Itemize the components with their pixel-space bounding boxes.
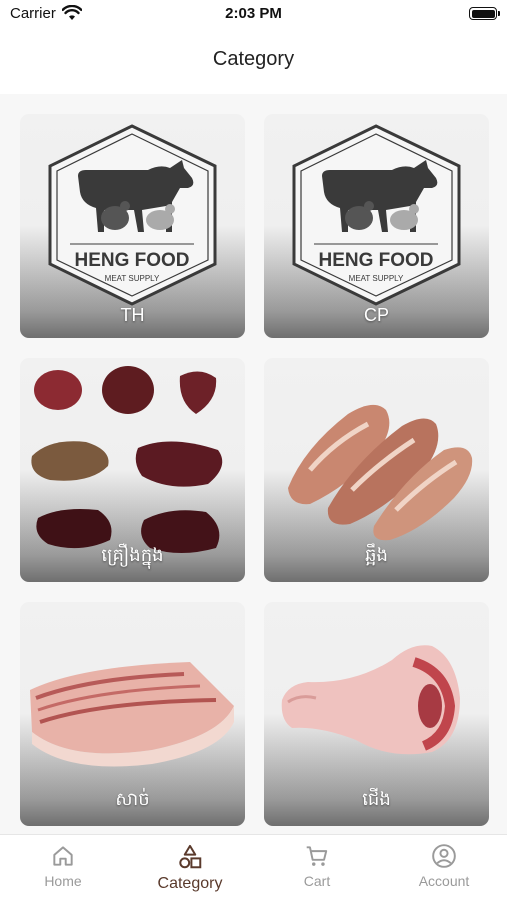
category-card-leg[interactable]: ជើង xyxy=(264,602,489,826)
clock: 2:03 PM xyxy=(225,5,282,22)
category-label: ជើង xyxy=(362,789,391,809)
category-card-cp[interactable]: HENG FOOD MEAT SUPPLY CP xyxy=(264,114,489,338)
tab-bar: Home Category Cart Account xyxy=(0,834,507,900)
logo-tagline-text: MEAT SUPPLY xyxy=(349,274,404,283)
category-card-offal[interactable]: គ្រឿងក្នុង xyxy=(20,358,245,582)
category-label: សាច់ xyxy=(115,789,150,809)
category-label: ឆ្អឹង xyxy=(365,545,388,565)
tab-label: Cart xyxy=(303,873,331,889)
tab-category[interactable]: Category xyxy=(127,843,253,893)
category-card-bones[interactable]: ឆ្អឹង xyxy=(264,358,489,582)
category-card-meat[interactable]: សាច់ xyxy=(20,602,245,826)
home-icon xyxy=(53,846,73,866)
category-card-th[interactable]: HENG FOOD MEAT SUPPLY TH xyxy=(20,114,245,338)
tab-label: Home xyxy=(44,873,82,889)
logo-brand-text: HENG FOOD xyxy=(74,250,189,271)
tab-account[interactable]: Account xyxy=(381,843,507,893)
category-label: គ្រឿងក្នុង xyxy=(101,545,164,565)
tab-label: Account xyxy=(418,873,470,889)
status-bar: Carrier 2:03 PM xyxy=(0,0,507,30)
navigation-bar: Category xyxy=(0,30,507,92)
logo-brand-text: HENG FOOD xyxy=(318,250,433,271)
tab-home[interactable]: Home xyxy=(0,843,126,893)
logo-tagline-text: MEAT SUPPLY xyxy=(105,274,160,283)
cart-icon xyxy=(306,846,328,866)
shapes-icon xyxy=(179,844,202,869)
category-label: CP xyxy=(363,305,389,325)
tab-label: Category xyxy=(157,875,223,892)
category-list[interactable]: HENG FOOD MEAT SUPPLY TH HENG FOOD MEAT … xyxy=(0,94,507,834)
account-icon xyxy=(432,844,456,868)
tab-cart[interactable]: Cart xyxy=(254,843,380,893)
page-title: Category xyxy=(212,48,295,70)
battery-icon xyxy=(469,7,500,20)
category-label: TH xyxy=(120,305,145,325)
